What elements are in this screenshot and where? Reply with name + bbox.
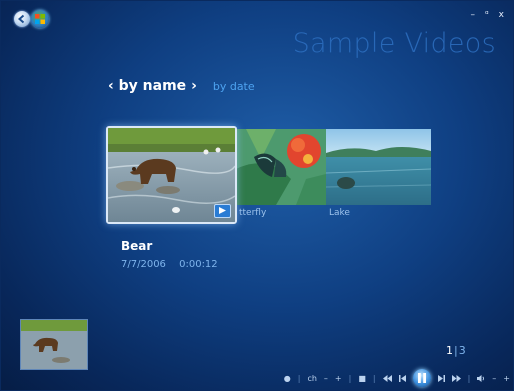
divider: | (348, 373, 352, 383)
item-title: Bear (121, 239, 153, 253)
divider: | (372, 373, 376, 383)
sort-active-label: by name (118, 78, 187, 94)
pause-button[interactable] (412, 369, 431, 387)
skip-forward-button[interactable] (437, 374, 445, 382)
thumbnail-label-lake: Lake (329, 208, 350, 218)
page-title: Sample Videos (292, 28, 496, 59)
channel-up-button[interactable]: + (335, 374, 342, 383)
pause-icon (417, 373, 426, 383)
mute-button[interactable] (477, 374, 485, 382)
back-arrow-icon (17, 14, 25, 24)
record-button[interactable]: ● (284, 374, 291, 383)
item-date: 7/7/2006 (121, 259, 166, 270)
skip-back-icon (398, 374, 406, 382)
back-button[interactable] (14, 11, 30, 27)
item-duration: 0:00:12 (179, 259, 218, 270)
rewind-icon (382, 374, 392, 382)
channel-down-button[interactable]: – (324, 374, 328, 383)
start-button[interactable] (31, 10, 49, 28)
volume-down-button[interactable]: – (492, 374, 496, 383)
page-indicator: 1|3 (446, 344, 466, 357)
skip-forward-icon (437, 374, 445, 382)
video-thumbnail-bear[interactable] (106, 126, 237, 224)
volume-up-button[interactable]: + (503, 374, 510, 383)
divider: | (297, 373, 301, 383)
transport-controls: ● | ch – + | ■ | | – + (284, 369, 510, 387)
lake-image (326, 129, 431, 205)
page-separator: | (454, 344, 458, 357)
now-playing-preview[interactable] (20, 319, 88, 370)
stop-button[interactable]: ■ (358, 374, 366, 383)
item-meta: 7/7/2006 0:00:12 (121, 259, 218, 270)
preview-bear-image (21, 320, 87, 369)
channel-label: ch (307, 373, 317, 383)
fast-forward-button[interactable] (451, 374, 461, 382)
window-controls: – ᵅ x (471, 10, 504, 20)
sort-by-name[interactable]: ‹ by name › (108, 78, 197, 94)
skip-back-button[interactable] (398, 374, 406, 382)
close-button[interactable]: x (499, 10, 504, 20)
restore-button[interactable]: ᵅ (485, 10, 489, 20)
rewind-button[interactable] (382, 374, 392, 382)
video-thumbnail-butterfly[interactable] (236, 129, 326, 205)
speaker-icon (477, 374, 485, 382)
sort-bar: ‹ by name › by date (108, 78, 255, 94)
divider: | (467, 373, 471, 383)
sort-next-arrow: › (191, 78, 197, 94)
play-button[interactable] (214, 204, 231, 218)
minimize-button[interactable]: – (471, 10, 476, 20)
page-current: 1 (446, 344, 453, 357)
sort-prev-arrow: ‹ (108, 78, 114, 94)
fast-forward-icon (451, 374, 461, 382)
play-icon (219, 207, 226, 214)
video-thumbnail-lake[interactable] (326, 129, 431, 205)
sort-by-date[interactable]: by date (213, 80, 255, 93)
page-total: 3 (458, 344, 466, 357)
thumbnail-label-butterfly: tterfly (239, 208, 267, 218)
windows-orb-icon (35, 14, 45, 24)
butterfly-image (236, 129, 326, 205)
